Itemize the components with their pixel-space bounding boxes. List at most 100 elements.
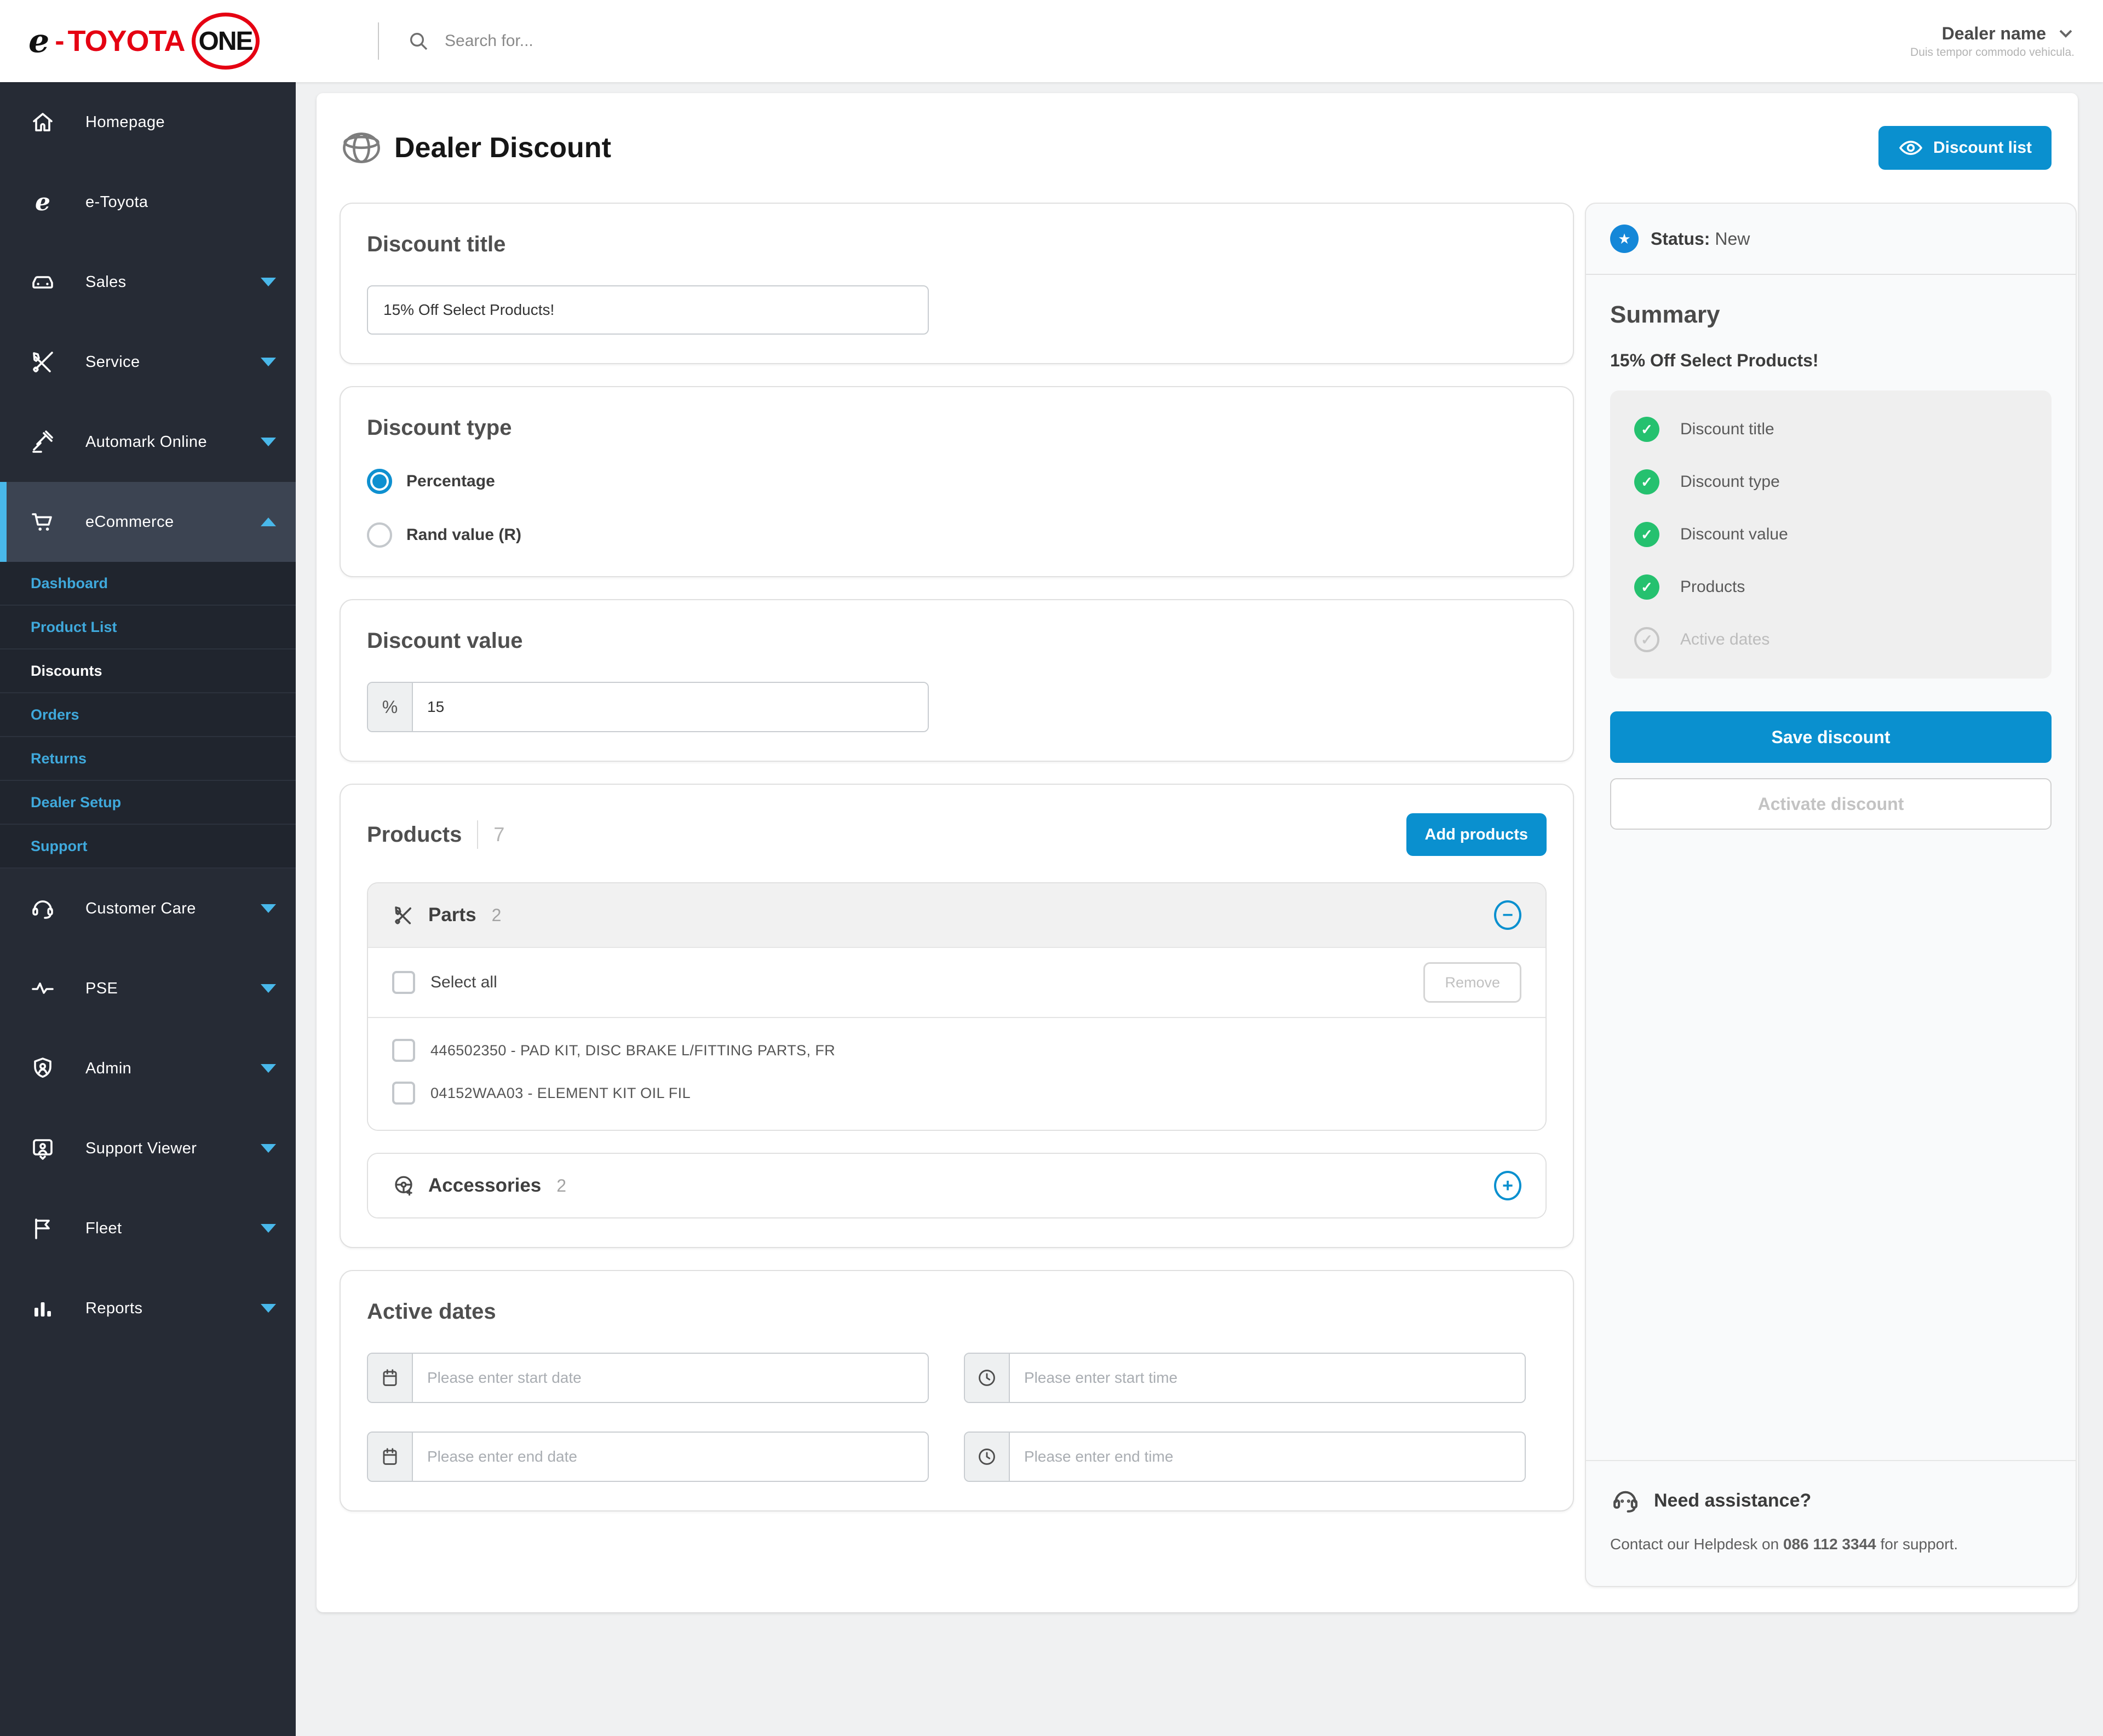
checklist-label: Products: [1680, 578, 1745, 596]
top-bar: e-TOYOTAONE Dealer name Duis tempor comm…: [0, 0, 2103, 82]
radio-percentage[interactable]: Percentage: [367, 469, 1547, 494]
subitem-label: Returns: [31, 750, 87, 767]
subitem-label: Support: [31, 837, 88, 854]
sidebar-item-label: Admin: [85, 1059, 132, 1077]
save-discount-button[interactable]: Save discount: [1610, 711, 2052, 763]
sidebar-item-admin[interactable]: Admin: [0, 1028, 296, 1108]
select-all-checkbox[interactable]: [392, 971, 415, 994]
chevron-down-icon: [261, 1224, 276, 1233]
checklist-item: ✓ Products: [1634, 574, 2027, 600]
user-menu[interactable]: Dealer name Duis tempor commodo vehicula…: [1910, 24, 2103, 59]
app: e-TOYOTAONE Dealer name Duis tempor comm…: [0, 0, 2103, 1736]
headset-icon: [30, 895, 56, 922]
sidebar-item-automark[interactable]: Automark Online: [0, 402, 296, 482]
checklist-item: ✓ Discount title: [1634, 417, 2027, 442]
sidebar-subitem-product-list[interactable]: Product List: [0, 606, 296, 649]
products-header: Products 7 Add products: [367, 813, 1547, 856]
ecommerce-submenu: Dashboard Product List Discounts Orders …: [0, 562, 296, 869]
chevron-down-icon: [261, 904, 276, 913]
start-date-input[interactable]: [413, 1354, 928, 1402]
accessories-accordion-header[interactable]: Accessories 2 +: [368, 1154, 1545, 1217]
discount-value-input[interactable]: [413, 683, 928, 731]
main-content: Dealer Discount Discount list Discount t…: [317, 93, 2078, 1612]
home-icon: [30, 109, 56, 135]
sidebar-subitem-support[interactable]: Support: [0, 825, 296, 869]
dates-grid: [367, 1353, 1547, 1482]
part-checkbox[interactable]: [392, 1082, 415, 1105]
dealer-subtitle: Duis tempor commodo vehicula.: [1910, 45, 2075, 59]
section-heading: Discount type: [367, 416, 512, 440]
parts-body: Select all Remove 446502350 - PAD KIT, D…: [368, 947, 1545, 1130]
sidebar-item-fleet[interactable]: Fleet: [0, 1188, 296, 1268]
activate-discount-button[interactable]: Activate discount: [1610, 778, 2052, 830]
radio-unselected-icon[interactable]: [367, 522, 392, 548]
sidebar-item-label: Support Viewer: [85, 1139, 197, 1157]
sidebar-item-label: e-Toyota: [85, 193, 148, 211]
sidebar-item-customer-care[interactable]: Customer Care: [0, 869, 296, 949]
status-value: New: [1715, 228, 1750, 249]
sidebar-item-label: Homepage: [85, 113, 165, 131]
sidebar-item-sales[interactable]: Sales: [0, 242, 296, 322]
sidebar-item-reports[interactable]: Reports: [0, 1268, 296, 1348]
discount-list-button[interactable]: Discount list: [1878, 126, 2052, 170]
percent-prefix: %: [368, 683, 413, 731]
sidebar-item-homepage[interactable]: Homepage: [0, 82, 296, 162]
start-time-group: [964, 1353, 1526, 1403]
end-date-input[interactable]: [413, 1433, 928, 1481]
clock-icon: [965, 1354, 1010, 1402]
accessories-count: 2: [556, 1175, 567, 1195]
radio-selected-icon[interactable]: [367, 469, 392, 494]
check-done-icon: ✓: [1634, 522, 1659, 547]
sidebar: Homepage e e-Toyota Sales Service Automa…: [0, 82, 296, 1736]
calendar-icon: [368, 1354, 413, 1402]
tools-icon: [392, 904, 415, 927]
radio-rand-value[interactable]: Rand value (R): [367, 522, 1547, 548]
sidebar-item-service[interactable]: Service: [0, 322, 296, 402]
shield-user-icon: [30, 1055, 56, 1082]
sidebar-item-support-viewer[interactable]: Support Viewer: [0, 1108, 296, 1188]
end-time-input[interactable]: [1010, 1433, 1525, 1481]
sidebar-item-label: Customer Care: [85, 899, 196, 917]
check-pending-icon: ✓: [1634, 627, 1659, 652]
subitem-label: Dashboard: [31, 574, 108, 591]
divider: [378, 22, 379, 60]
checklist-item: ✓ Discount value: [1634, 522, 2027, 547]
part-checkbox[interactable]: [392, 1039, 415, 1062]
add-products-button[interactable]: Add products: [1406, 813, 1547, 856]
expand-plus-icon[interactable]: +: [1494, 1171, 1521, 1200]
sidebar-item-label: PSE: [85, 979, 118, 997]
search-input[interactable]: [445, 32, 905, 50]
checklist-label: Discount type: [1680, 473, 1780, 491]
calendar-icon: [368, 1433, 413, 1481]
parts-count: 2: [491, 905, 502, 925]
checklist-item: ✓ Active dates: [1634, 627, 2027, 652]
checklist-label: Discount value: [1680, 525, 1788, 543]
remove-button[interactable]: Remove: [1423, 962, 1521, 1003]
sidebar-item-pse[interactable]: PSE: [0, 949, 296, 1028]
accessories-accordion: Accessories 2 +: [367, 1153, 1547, 1218]
parts-accordion-header[interactable]: Parts 2 −: [368, 883, 1545, 947]
cart-icon: [30, 509, 56, 535]
assist-text-before: Contact our Helpdesk on: [1610, 1536, 1783, 1553]
accessories-title: Accessories: [428, 1175, 542, 1196]
sidebar-subitem-dashboard[interactable]: Dashboard: [0, 562, 296, 606]
e-toyota-icon: e: [35, 188, 50, 216]
sidebar-subitem-dealer-setup[interactable]: Dealer Setup: [0, 781, 296, 825]
parts-accordion: Parts 2 − Select all Remove 446502350 - …: [367, 882, 1547, 1131]
logo-e: e: [28, 22, 50, 60]
end-date-group: [367, 1432, 929, 1482]
brand-logo[interactable]: e - TOYOTA ONE: [0, 13, 378, 70]
start-time-input[interactable]: [1010, 1354, 1525, 1402]
pulse-icon: [30, 975, 56, 1002]
sidebar-subitem-returns[interactable]: Returns: [0, 737, 296, 781]
sidebar-subitem-discounts[interactable]: Discounts: [0, 649, 296, 693]
sidebar-subitem-orders[interactable]: Orders: [0, 693, 296, 737]
collapse-minus-icon[interactable]: −: [1494, 900, 1521, 930]
sidebar-item-label: Service: [85, 353, 140, 371]
gavel-icon: [30, 429, 56, 455]
discount-title-input[interactable]: [367, 285, 929, 335]
sidebar-item-etoyota[interactable]: e e-Toyota: [0, 162, 296, 242]
radio-label: Rand value (R): [406, 526, 522, 544]
person-frame-icon: [30, 1135, 56, 1162]
sidebar-item-ecommerce[interactable]: eCommerce: [0, 482, 296, 562]
